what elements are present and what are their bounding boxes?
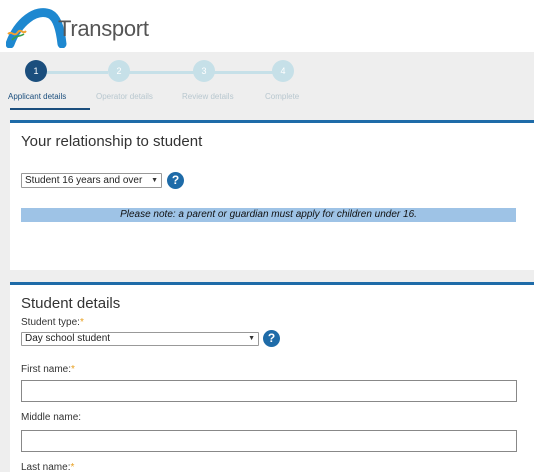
step-4-label: Complete (265, 92, 300, 101)
step-connector (128, 71, 194, 74)
relationship-select[interactable]: Student 16 years and over ▼ (21, 173, 162, 188)
step-1-indicator: 1 (25, 60, 47, 82)
relationship-title: Your relationship to student (21, 133, 203, 150)
section-gap (0, 270, 534, 282)
chevron-down-icon: ▼ (248, 335, 255, 342)
help-icon[interactable]: ? (167, 172, 184, 189)
last-name-label: Last name:* (21, 462, 74, 472)
step-2-indicator: 2 (108, 60, 130, 82)
step-4-indicator: 4 (272, 60, 294, 82)
student-type-select-value: Day school student (25, 333, 111, 344)
first-name-label-text: First name: (21, 364, 72, 375)
student-type-select[interactable]: Day school student ▼ (21, 332, 259, 346)
student-details-title: Student details (21, 295, 121, 312)
progress-stepper: 1 2 3 4 Applicant details Operator detai… (0, 52, 534, 110)
step-1-label: Applicant details (8, 92, 67, 101)
step-3-label: Review details (182, 92, 234, 101)
middle-name-label: Middle name: (21, 412, 82, 423)
step-connector (214, 71, 274, 74)
header: Transport (0, 0, 534, 52)
chevron-down-icon: ▼ (151, 177, 158, 184)
first-name-label: First name:* (21, 364, 75, 375)
step-2-label: Operator details (96, 92, 153, 101)
required-marker: * (79, 317, 84, 328)
section-gap (0, 110, 534, 120)
required-marker: * (70, 462, 75, 472)
student-details-section: Student details Student type:* Day schoo… (10, 282, 534, 472)
relationship-select-value: Student 16 years and over (25, 175, 143, 186)
required-marker: * (71, 364, 75, 375)
logo-text: Transport (58, 16, 149, 41)
first-name-field[interactable] (21, 380, 517, 402)
middle-name-field[interactable] (21, 430, 517, 452)
help-icon[interactable]: ? (263, 330, 280, 347)
student-type-label: Student type:* (21, 317, 84, 328)
page-gutter (0, 110, 10, 472)
last-name-label-text: Last name: (21, 462, 71, 472)
relationship-section: Your relationship to student Student 16 … (10, 120, 534, 270)
parent-guardian-note: Please note: a parent or guardian must a… (21, 208, 516, 222)
student-type-label-text: Student type: (21, 317, 80, 328)
step-3-indicator: 3 (193, 60, 215, 82)
